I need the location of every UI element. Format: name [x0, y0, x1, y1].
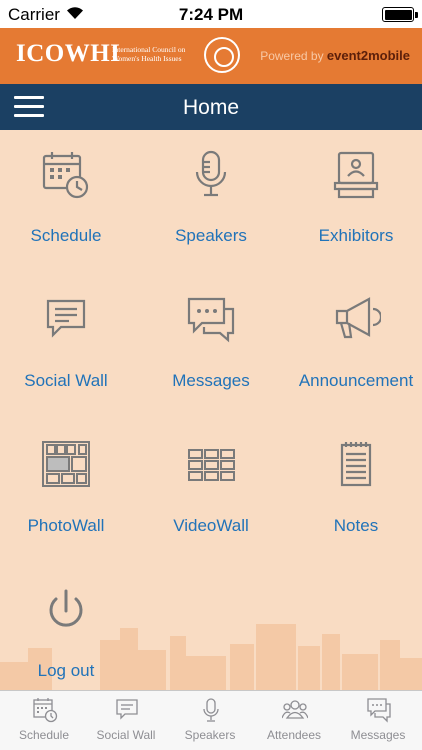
tab-messages[interactable]: Messages [336, 691, 420, 750]
exhibitors-tile[interactable]: Exhibitors [286, 130, 422, 275]
tab-messages-label: Messages [350, 728, 406, 742]
speakers-tile[interactable]: Speakers [141, 130, 281, 275]
chat-bubble-icon [116, 699, 138, 720]
home-menu-grid: Schedule Speakers Exhibitors Social Wall… [0, 130, 422, 690]
bottom-tab-bar: Schedule Social Wall Speakers Attendees … [0, 690, 422, 750]
notepad-icon [340, 442, 372, 487]
powered-by-label: Powered by [260, 49, 327, 63]
social-wall-label: Social Wall [24, 371, 108, 390]
status-bar: Carrier 7:24 PM [0, 0, 422, 28]
exhibitor-booth-icon [333, 151, 379, 199]
schedule-label: Schedule [30, 226, 102, 245]
tab-schedule-label: Schedule [18, 728, 70, 742]
seal-icon [204, 37, 240, 73]
speakers-label: Speakers [175, 226, 247, 245]
power-icon [49, 589, 83, 627]
announcement-label: Announcement [298, 371, 414, 390]
notes-tile[interactable]: Notes [286, 420, 422, 565]
tab-attendees[interactable]: Attendees [252, 691, 336, 750]
social-wall-tile[interactable]: Social Wall [0, 275, 136, 420]
logo-subtitle: International Council on Women's Health … [112, 45, 186, 63]
powered-by-brand: event2mobile [326, 48, 410, 63]
video-grid-icon [188, 449, 235, 481]
messages-label: Messages [172, 371, 250, 390]
messages-icon [367, 698, 391, 723]
microphone-icon [203, 698, 219, 722]
icowhi-logo: ICOWHI [16, 40, 121, 67]
powered-by: Powered by event2mobile [260, 48, 410, 63]
schedule-tile[interactable]: Schedule [0, 130, 136, 275]
calendar-clock-icon [33, 698, 58, 723]
megaphone-icon [335, 297, 381, 339]
photo-collage-icon [42, 441, 90, 487]
tab-attendees-label: Attendees [266, 728, 322, 742]
photowall-tile[interactable]: PhotoWall [0, 420, 136, 565]
clock: 7:24 PM [178, 5, 244, 24]
brand-header: ICOWHI International Council on Women's … [0, 28, 422, 84]
page-title: Home [182, 96, 240, 119]
people-icon [282, 700, 308, 719]
tab-schedule[interactable]: Schedule [2, 691, 86, 750]
chat-bubble-icon [46, 299, 86, 338]
tab-social-wall-label: Social Wall [96, 728, 156, 742]
logout-label: Log out [37, 661, 95, 680]
microphone-icon [195, 150, 227, 197]
videowall-label: VideoWall [173, 516, 249, 535]
videowall-tile[interactable]: VideoWall [141, 420, 281, 565]
messages-icon [187, 297, 235, 343]
logout-tile[interactable]: Log out [0, 565, 136, 710]
photowall-label: PhotoWall [27, 516, 105, 535]
notes-label: Notes [333, 516, 379, 535]
tab-speakers-label: Speakers [184, 728, 236, 742]
exhibitors-label: Exhibitors [318, 226, 394, 245]
tab-social-wall[interactable]: Social Wall [84, 691, 168, 750]
navigation-bar: Home [0, 84, 422, 130]
calendar-clock-icon [42, 152, 89, 199]
announcement-tile[interactable]: Announcement [286, 275, 422, 420]
messages-tile[interactable]: Messages [141, 275, 281, 420]
battery-icon [382, 7, 418, 22]
tab-speakers[interactable]: Speakers [168, 691, 252, 750]
